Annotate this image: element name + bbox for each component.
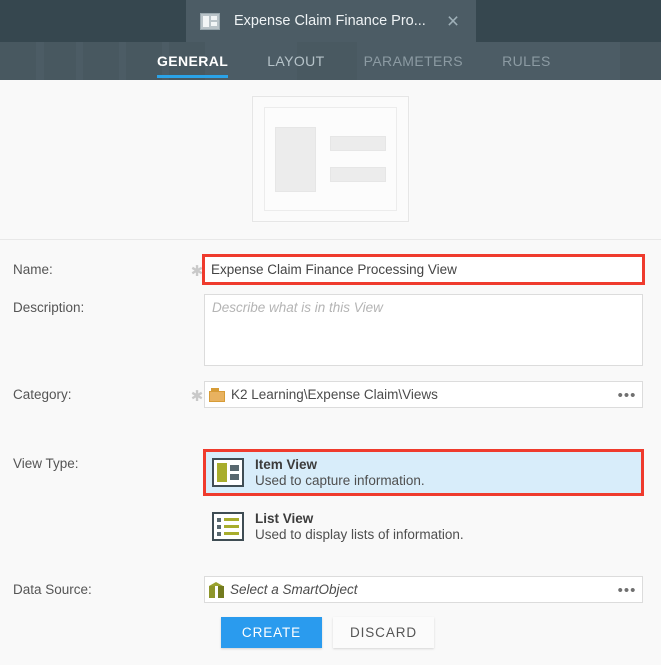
item-view-subtitle: Used to capture information. [255, 473, 425, 488]
data-source-picker[interactable]: Select a SmartObject ••• [204, 576, 643, 603]
tab-strip: GENERAL LAYOUT PARAMETERS RULES [0, 42, 661, 80]
item-view-preview-illustration [264, 107, 397, 211]
view-type-required-marker [190, 450, 204, 458]
view-type-options: Item View Used to capture information. L… [204, 450, 643, 549]
description-placeholder: Describe what is in this View [212, 300, 383, 315]
list-view-title: List View [255, 511, 464, 526]
discard-button[interactable]: DISCARD [333, 617, 434, 648]
description-input[interactable]: Describe what is in this View [204, 294, 643, 366]
data-source-browse-button[interactable]: ••• [616, 578, 638, 601]
window-titlebar: Expense Claim Finance Pro... × [0, 0, 661, 42]
category-row: Category: ✱ K2 Learning\Expense Claim\Vi… [0, 381, 661, 408]
data-source-label: Data Source: [0, 576, 190, 597]
category-required-marker: ✱ [190, 381, 204, 404]
name-row: Name: ✱ Expense Claim Finance Processing… [0, 256, 661, 283]
view-type-option-item-view[interactable]: Item View Used to capture information. [204, 450, 643, 495]
folder-icon [209, 388, 225, 402]
data-source-row: Data Source: Select a SmartObject ••• [0, 576, 661, 603]
data-source-placeholder: Select a SmartObject [230, 582, 616, 597]
close-icon[interactable]: × [430, 0, 476, 42]
window-tab-chip[interactable]: Expense Claim Finance Pro... × [186, 0, 476, 42]
name-label: Name: [0, 256, 190, 277]
description-row: Description: Describe what is in this Vi… [0, 294, 661, 366]
list-view-subtitle: Used to display lists of information. [255, 527, 464, 542]
view-type-row: View Type: Item View Used to capture inf… [0, 450, 661, 549]
category-picker[interactable]: K2 Learning\Expense Claim\Views ••• [204, 381, 643, 408]
view-type-option-list-view[interactable]: List View Used to display lists of infor… [204, 504, 643, 549]
create-button[interactable]: CREATE [221, 617, 322, 648]
name-input[interactable]: Expense Claim Finance Processing View [204, 256, 643, 283]
name-required-marker: ✱ [190, 256, 204, 279]
tab-layout[interactable]: LAYOUT [267, 42, 324, 69]
dialog-actions: CREATE DISCARD [0, 603, 661, 648]
view-type-label: View Type: [0, 450, 190, 471]
general-tab-panel: Name: ✱ Expense Claim Finance Processing… [0, 80, 661, 665]
description-label: Description: [0, 294, 190, 315]
tab-rules[interactable]: RULES [502, 42, 551, 69]
data-source-required-marker [190, 576, 204, 584]
smartobject-cube-icon [209, 582, 224, 598]
item-view-icon [200, 13, 220, 30]
view-preview-thumbnail [0, 80, 661, 239]
tab-parameters[interactable]: PARAMETERS [364, 42, 463, 69]
category-label: Category: [0, 381, 190, 402]
tab-general[interactable]: GENERAL [157, 42, 228, 69]
view-properties-form: Name: ✱ Expense Claim Finance Processing… [0, 240, 661, 648]
category-browse-button[interactable]: ••• [616, 383, 638, 406]
item-view-title: Item View [255, 457, 425, 472]
list-view-icon [212, 512, 244, 541]
description-required-marker [190, 294, 204, 302]
window-title: Expense Claim Finance Pro... [234, 13, 430, 29]
category-value: K2 Learning\Expense Claim\Views [231, 387, 616, 402]
item-view-icon [212, 458, 244, 487]
